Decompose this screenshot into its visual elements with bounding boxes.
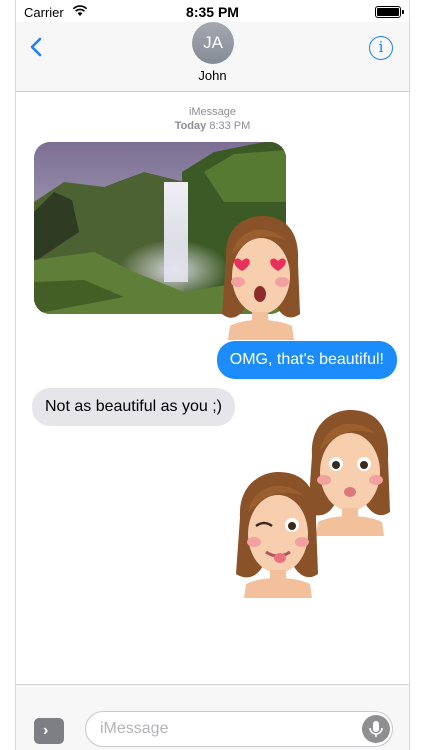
battery-icon bbox=[375, 6, 404, 18]
battery-fill bbox=[377, 8, 399, 16]
incoming-message-bubble[interactable]: Not as beautiful as you ;) bbox=[32, 388, 235, 426]
messages-screen: Carrier 8:35 PM JA John i iMessage Today… bbox=[15, 0, 410, 750]
chevron-left-icon[interactable] bbox=[26, 36, 48, 58]
timestamp-time: 8:33 PM bbox=[209, 120, 251, 132]
chevron-right-icon: › bbox=[43, 722, 49, 739]
message-input-bar: › bbox=[16, 684, 409, 750]
microphone-glyph bbox=[369, 721, 383, 737]
timestamp-day: Today bbox=[174, 120, 207, 132]
winking-sticker[interactable] bbox=[232, 470, 324, 598]
contact-avatar[interactable]: JA bbox=[192, 22, 234, 64]
app-drawer-button[interactable]: › bbox=[34, 718, 64, 744]
service-label: iMessage bbox=[188, 106, 237, 118]
conversation-header: JA John i bbox=[16, 22, 409, 92]
microphone-icon[interactable] bbox=[362, 715, 390, 743]
timestamp: Today 8:33 PM bbox=[16, 120, 409, 132]
heart-eyes-sticker[interactable] bbox=[216, 214, 306, 340]
clock: 8:35 PM bbox=[186, 4, 239, 20]
outgoing-message-bubble[interactable]: OMG, that's beautiful! bbox=[216, 341, 397, 379]
message-input[interactable] bbox=[85, 711, 393, 747]
battery-nub bbox=[402, 10, 404, 14]
info-icon[interactable]: i bbox=[369, 36, 393, 60]
contact-name[interactable]: John bbox=[16, 68, 409, 83]
status-bar: Carrier 8:35 PM bbox=[16, 0, 409, 24]
